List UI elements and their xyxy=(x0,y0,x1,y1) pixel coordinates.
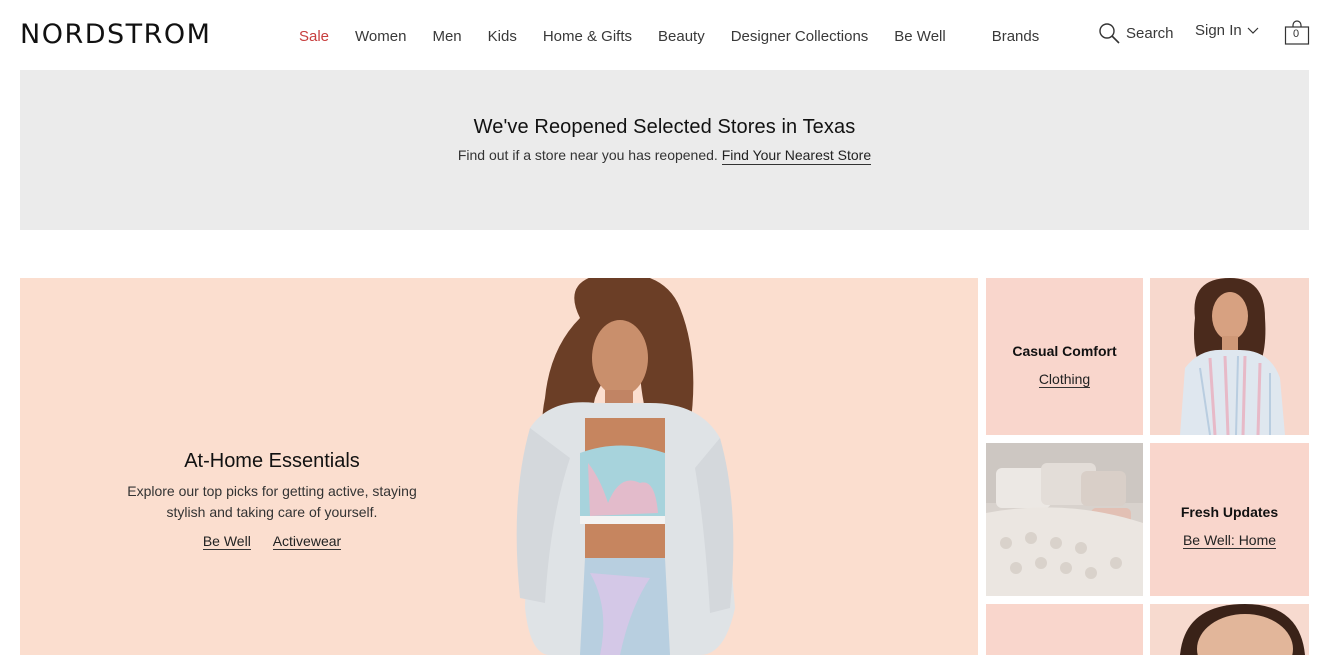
casual-comfort-title: Casual Comfort xyxy=(1012,343,1117,359)
nav-women[interactable]: Women xyxy=(355,27,406,47)
hero-text: At-Home Essentials Explore our top picks… xyxy=(90,450,454,550)
nav-men[interactable]: Men xyxy=(432,27,461,47)
tile-beauty-face[interactable] xyxy=(1150,604,1309,655)
main-nav: Sale Women Men Kids Home & Gifts Beauty … xyxy=(299,27,1065,47)
bag-count: 0 xyxy=(1292,28,1300,40)
hero-model-image xyxy=(516,278,735,655)
search-icon xyxy=(1099,23,1120,44)
hero-links: Be Well Activewear xyxy=(90,533,454,550)
find-store-link[interactable]: Find Your Nearest Store xyxy=(721,147,872,165)
shopping-bag-button[interactable]: 0 xyxy=(1284,20,1310,46)
tile-casual-comfort[interactable]: Casual Comfort Clothing xyxy=(986,278,1143,435)
tile-bedding[interactable] xyxy=(986,443,1143,596)
fresh-updates-text: Fresh Updates Be Well: Home xyxy=(1150,504,1309,550)
nordstrom-logo[interactable]: NORDSTROM xyxy=(20,20,211,50)
clothing-link[interactable]: Clothing xyxy=(1038,371,1091,388)
banner-text: Find out if a store near you has reopene… xyxy=(457,147,718,163)
casual-comfort-text: Casual Comfort Clothing xyxy=(986,343,1143,389)
banner-title: We've Reopened Selected Stores in Texas xyxy=(473,116,856,138)
hero-title: At-Home Essentials xyxy=(184,450,360,472)
sign-in-label: Sign In xyxy=(1195,22,1242,39)
search-button[interactable]: Search xyxy=(1098,22,1174,44)
tile-fresh-updates[interactable]: Fresh Updates Be Well: Home xyxy=(1150,443,1309,596)
sign-in-button[interactable]: Sign In xyxy=(1195,22,1259,39)
nav-sale[interactable]: Sale xyxy=(299,27,329,47)
hero-at-home-essentials[interactable]: At-Home Essentials Explore our top picks… xyxy=(20,278,978,655)
hero-description: Explore our top picks for getting active… xyxy=(90,481,454,523)
tile-bottom-left[interactable] xyxy=(986,604,1143,655)
site-header: NORDSTROM Sale Women Men Kids Home & Gif… xyxy=(0,0,1334,70)
activewear-link[interactable]: Activewear xyxy=(272,533,342,550)
nav-beauty[interactable]: Beauty xyxy=(658,27,705,47)
search-label: Search xyxy=(1126,24,1174,42)
chevron-down-icon xyxy=(1247,27,1259,34)
hero-description-line-1: Explore our top picks for getting active… xyxy=(127,483,417,499)
nav-kids[interactable]: Kids xyxy=(488,27,517,47)
nav-brands[interactable]: Brands xyxy=(992,27,1040,47)
nav-be-well[interactable]: Be Well xyxy=(894,27,945,47)
nav-home-gifts[interactable]: Home & Gifts xyxy=(543,27,632,47)
be-well-home-link[interactable]: Be Well: Home xyxy=(1182,532,1277,549)
store-reopen-banner: We've Reopened Selected Stores in Texas … xyxy=(20,70,1309,230)
be-well-link[interactable]: Be Well xyxy=(202,533,251,550)
banner-text-line: Find out if a store near you has reopene… xyxy=(20,147,1309,165)
nav-designer-collections[interactable]: Designer Collections xyxy=(731,27,869,47)
bedding-image xyxy=(986,443,1143,596)
hero-description-line-2: stylish and taking care of yourself. xyxy=(166,504,378,520)
face-image xyxy=(1180,604,1305,655)
fresh-updates-title: Fresh Updates xyxy=(1180,504,1279,520)
tile-shirt-model[interactable] xyxy=(1150,278,1309,435)
shirt-model-image xyxy=(1180,278,1285,435)
